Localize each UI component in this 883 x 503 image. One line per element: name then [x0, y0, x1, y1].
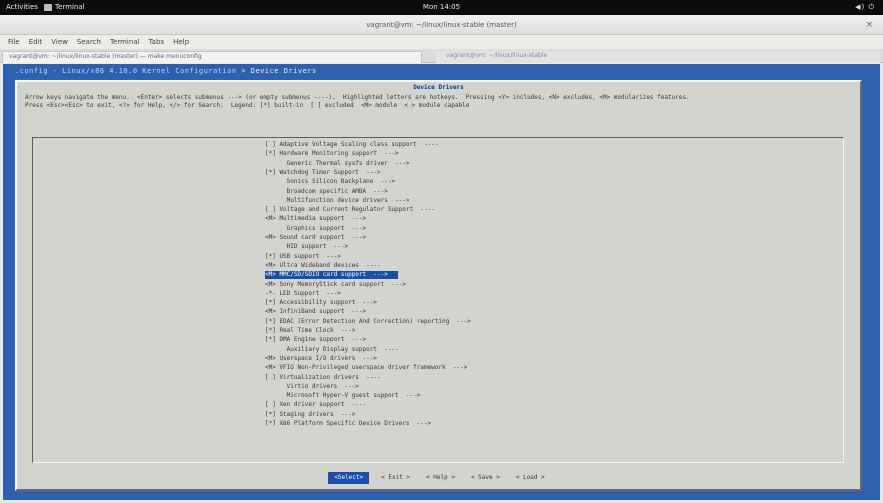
- window-titlebar[interactable]: vagrant@vm: ~/linux/linux-stable (master…: [0, 15, 883, 35]
- menu-item[interactable]: -*- LED Support --->: [265, 290, 341, 298]
- tab-active[interactable]: vagrant@vm: ~/linux/linux-stable (master…: [2, 51, 422, 63]
- window-title: vagrant@vm: ~/linux/linux-stable (master…: [366, 21, 517, 29]
- menu-edit[interactable]: Edit: [29, 35, 43, 49]
- menu-terminal[interactable]: Terminal: [110, 35, 140, 49]
- tab-bar: vagrant@vm: ~/linux/linux-stable (master…: [0, 49, 883, 63]
- system-status-icons[interactable]: ◀) ⏻: [855, 0, 875, 15]
- top-panel: Activities Terminal Mon 14:05 ◀) ⏻: [0, 0, 883, 15]
- menu-item[interactable]: [ ] Voltage and Current Regulator Suppor…: [265, 206, 435, 214]
- help-button[interactable]: < Help >: [422, 472, 459, 484]
- menu-item[interactable]: Graphics support --->: [265, 225, 366, 233]
- menu-item[interactable]: Virtio drivers --->: [265, 383, 359, 391]
- terminal-screen[interactable]: .config - Linux/x86 4.10.0 Kernel Config…: [3, 64, 880, 500]
- menu-item[interactable]: [*] Real Time Clock --->: [265, 327, 355, 335]
- menu-item[interactable]: Generic Thermal sysfs driver --->: [265, 160, 410, 168]
- menu-item[interactable]: [ ] Xen driver support ----: [265, 401, 366, 409]
- menu-item[interactable]: [ ] Adaptive Voltage Scaling class suppo…: [265, 141, 438, 149]
- menu-item[interactable]: [*] Staging drivers --->: [265, 411, 355, 419]
- dialog-title: Device Drivers: [413, 84, 464, 91]
- menu-item[interactable]: <M> Ultra Wideband devices ----: [265, 262, 381, 270]
- menu-file[interactable]: File: [8, 35, 20, 49]
- clock[interactable]: Mon 14:05: [0, 0, 883, 15]
- help-line: Press <Esc><Esc> to exit, <?> for Help, …: [25, 101, 470, 109]
- help-text: Arrow keys navigate the menu. <Enter> se…: [25, 94, 855, 109]
- menu-item[interactable]: [*] USB support --->: [265, 253, 341, 261]
- menu-item[interactable]: Auxiliary Display support ----: [265, 346, 399, 354]
- load-button[interactable]: < Load >: [512, 472, 549, 484]
- menu-item[interactable]: <M> VFIO Non-Privileged userspace driver…: [265, 364, 467, 372]
- menu-bar: File Edit View Search Terminal Tabs Help: [0, 35, 883, 49]
- menuconfig-dialog: Device Drivers Arrow keys navigate the m…: [15, 80, 862, 491]
- terminal-window: vagrant@vm: ~/linux/linux-stable (master…: [0, 15, 883, 503]
- menu-item-selected[interactable]: <M> MMC/SD/SDIO card support --->: [265, 271, 398, 280]
- menu-item[interactable]: <M> Multimedia support --->: [265, 215, 366, 223]
- menu-view[interactable]: View: [51, 35, 68, 49]
- breadcrumb: > Device Drivers: [241, 67, 317, 75]
- menu-item[interactable]: Sonics Silicon Backplane --->: [265, 178, 395, 186]
- save-button[interactable]: < Save >: [467, 472, 504, 484]
- menu-item[interactable]: <M> Sound card support --->: [265, 234, 366, 242]
- menu-item[interactable]: <M> Userspace I/O drivers --->: [265, 355, 377, 363]
- menu-item[interactable]: [*] Hardware Monitoring support --->: [265, 150, 399, 158]
- select-button[interactable]: <Select>: [328, 472, 370, 484]
- menu-item[interactable]: [*] X86 Platform Specific Device Drivers…: [265, 420, 431, 428]
- menu-item[interactable]: HID support --->: [265, 243, 348, 251]
- close-icon[interactable]: ×: [865, 15, 873, 35]
- menu-item[interactable]: [*] DMA Engine support --->: [265, 336, 366, 344]
- menu-list[interactable]: [ ] Adaptive Voltage Scaling class suppo…: [32, 137, 844, 463]
- menu-search[interactable]: Search: [77, 35, 101, 49]
- menu-item[interactable]: [*] Accessibility support --->: [265, 299, 377, 307]
- tab-inactive[interactable]: vagrant@vm: ~/linux/linux-stable: [436, 51, 880, 63]
- menuconfig-header: .config - Linux/x86 4.10.0 Kernel Config…: [15, 67, 317, 75]
- config-path: .config - Linux/x86 4.10.0 Kernel Config…: [15, 67, 237, 75]
- menu-item[interactable]: Broadcom specific AMBA --->: [265, 188, 388, 196]
- help-line: Arrow keys navigate the menu. <Enter> se…: [25, 94, 690, 101]
- menu-item[interactable]: <M> Sony MemoryStick card support --->: [265, 281, 406, 289]
- menu-help[interactable]: Help: [173, 35, 189, 49]
- menu-item[interactable]: [*] EDAC (Error Detection And Correction…: [265, 318, 471, 326]
- exit-button[interactable]: < Exit >: [377, 472, 414, 484]
- menu-item[interactable]: [*] Watchdog Timer Support --->: [265, 169, 381, 177]
- menu-item[interactable]: Microsoft Hyper-V guest support --->: [265, 392, 421, 400]
- menu-item[interactable]: [ ] Virtualization drivers ----: [265, 374, 381, 382]
- menu-item[interactable]: <M> InfiniBand support --->: [265, 308, 366, 316]
- menu-tabs[interactable]: Tabs: [149, 35, 165, 49]
- menu-item[interactable]: Multifunction device drivers --->: [265, 197, 410, 205]
- button-row: <Select> < Exit > < Help > < Save > < Load >: [17, 472, 860, 484]
